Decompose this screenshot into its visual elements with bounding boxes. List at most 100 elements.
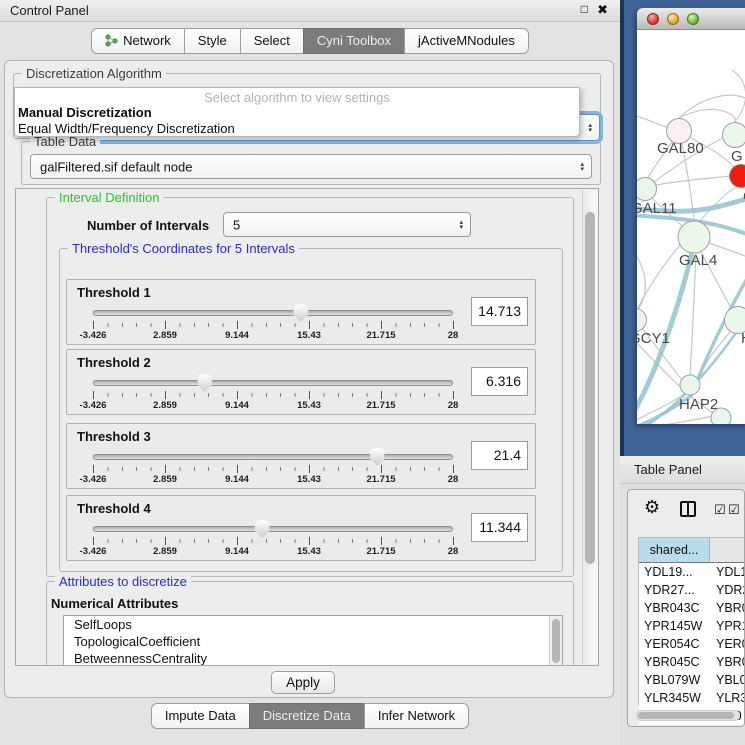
table-panel-title: Table Panel <box>634 462 702 477</box>
tab-jactivemnodules[interactable]: jActiveMNodules <box>404 28 529 54</box>
scrollbar-thumb[interactable] <box>638 712 734 719</box>
threshold-1-value-field[interactable]: 14.713 <box>471 297 528 326</box>
table-row[interactable]: YPR145WYPR1 <box>639 617 745 635</box>
cell-shared-name[interactable]: YDL19... <box>639 563 710 581</box>
control-panel: Control Panel □ ✖ Network Style Select C… <box>0 0 620 745</box>
table-row[interactable]: YBR043CYBR0 <box>639 599 745 617</box>
threshold-3-label: Threshold 3 <box>77 429 151 444</box>
table-row[interactable]: YBR045CYBR0 <box>639 653 745 671</box>
scale-tick-label: 28 <box>448 474 459 485</box>
cell-shared-name[interactable]: YLR345W <box>639 689 710 707</box>
network-canvas[interactable]: GAL80 G C GAL11 GAL4 GCY1 H HAP2 <box>637 30 745 424</box>
node-partial-g[interactable] <box>722 122 745 148</box>
cell-shared-name[interactable]: YBL079W <box>639 671 710 689</box>
cell-shared-name[interactable]: YBR045C <box>639 653 710 671</box>
node-label: GAL4 <box>679 252 717 269</box>
zoom-traffic-light-icon[interactable] <box>687 13 699 25</box>
table-data-combobox[interactable]: galFiltered.sif default node ▴▾ <box>30 154 592 179</box>
cell-name[interactable]: YER0 <box>710 635 745 653</box>
number-of-intervals-combobox[interactable]: 5 ▴▾ <box>223 212 471 237</box>
threshold-1-box: Threshold 1 -3.4262.8599.14415.4321.7152… <box>66 279 536 345</box>
threshold-2-slider[interactable] <box>93 372 453 392</box>
list-item[interactable]: BetweennessCentrality <box>64 650 562 666</box>
table-data-group: Table Data galFiltered.sif default node … <box>21 141 601 185</box>
threshold-3-value-field[interactable]: 21.4 <box>471 441 528 470</box>
interval-definition-label: Interval Definition <box>55 190 163 205</box>
threshold-4-slider[interactable] <box>93 518 453 538</box>
gear-icon[interactable]: ⚙ <box>644 497 660 518</box>
select-all-checkbox-icon[interactable]: ☑ <box>728 502 741 518</box>
slider-scale: -3.4262.8599.14415.4321.71528 <box>93 474 453 486</box>
list-item[interactable]: SelfLoops <box>64 616 562 633</box>
interval-definition-group: Interval Definition Number of Intervals … <box>46 197 574 577</box>
cell-name[interactable]: YBR0 <box>710 599 745 617</box>
threshold-4-value-field[interactable]: 11.344 <box>471 513 528 542</box>
column-header-name[interactable]: na <box>710 538 745 562</box>
slider-track[interactable] <box>93 310 453 316</box>
scrollbar-thumb[interactable] <box>585 212 595 564</box>
slider-track[interactable] <box>93 526 453 532</box>
table-row[interactable]: YBL079WYBL0 <box>639 671 745 689</box>
close-icon[interactable]: ✖ <box>597 2 608 18</box>
threshold-3-slider[interactable] <box>93 446 453 466</box>
popup-option-manual[interactable]: Manual Discretization <box>15 105 579 121</box>
cell-name[interactable]: YBL0 <box>710 671 745 689</box>
cell-shared-name[interactable]: YBR043C <box>639 599 710 617</box>
threshold-1-label: Threshold 1 <box>77 285 151 300</box>
popup-option-equal-width[interactable]: Equal Width/Frequency Discretization <box>15 121 579 137</box>
node-partial-bottom[interactable] <box>711 408 732 425</box>
column-header-shared-name[interactable]: shared... <box>639 538 710 562</box>
settings-scrollbar[interactable] <box>582 190 597 664</box>
node-hap2[interactable] <box>680 375 701 396</box>
tab-network[interactable]: Network <box>91 28 185 54</box>
float-window-icon[interactable]: □ <box>581 2 588 16</box>
minimize-traffic-light-icon[interactable] <box>667 13 679 25</box>
list-scrollbar[interactable] <box>549 616 562 666</box>
bottom-tab-bar: Impute Data Discretize Data Infer Networ… <box>0 703 620 729</box>
table-row[interactable]: YLR345WYLR3 <box>639 689 745 707</box>
cell-name[interactable]: YDL1 <box>710 563 745 581</box>
node-gal4[interactable] <box>678 221 711 254</box>
threshold-2-value-field[interactable]: 6.316 <box>471 367 528 396</box>
tab-network-label: Network <box>123 33 171 48</box>
threshold-1-slider[interactable] <box>93 302 453 322</box>
tab-discretize-data-label: Discretize Data <box>263 708 351 723</box>
cell-name[interactable]: YLR3 <box>710 689 745 707</box>
table-row[interactable]: YDL19...YDL1 <box>639 563 745 581</box>
scale-tick-label: 9.144 <box>225 546 249 557</box>
slider-thumb[interactable] <box>293 304 308 322</box>
tab-style[interactable]: Style <box>184 28 241 54</box>
columns-icon[interactable] <box>680 501 696 517</box>
cell-shared-name[interactable]: YPR145W <box>639 617 710 635</box>
apply-button[interactable]: Apply <box>271 671 335 694</box>
table-data-value: galFiltered.sif default node <box>40 159 192 174</box>
tab-discretize-data[interactable]: Discretize Data <box>249 703 365 729</box>
slider-thumb[interactable] <box>370 448 385 466</box>
list-item[interactable]: TopologicalCoefficient <box>64 633 562 650</box>
slider-thumb[interactable] <box>197 374 212 392</box>
slider-track[interactable] <box>93 380 453 386</box>
tab-select[interactable]: Select <box>240 28 304 54</box>
tab-impute-data[interactable]: Impute Data <box>151 703 250 729</box>
cell-shared-name[interactable]: YDR27... <box>639 581 710 599</box>
threshold-3-box: Threshold 3 -3.4262.8599.14415.4321.7152… <box>66 423 536 489</box>
close-traffic-light-icon[interactable] <box>647 13 659 25</box>
cell-shared-name[interactable]: YER054C <box>639 635 710 653</box>
cell-name[interactable]: YDR2 <box>710 581 745 599</box>
tab-impute-data-label: Impute Data <box>165 708 236 723</box>
slider-track[interactable] <box>93 454 453 460</box>
scale-tick-label: 9.144 <box>225 400 249 411</box>
table-horizontal-scrollbar[interactable] <box>636 710 740 721</box>
table-row[interactable]: YDR27...YDR2 <box>639 581 745 599</box>
tab-infer-network[interactable]: Infer Network <box>364 703 469 729</box>
slider-thumb[interactable] <box>255 520 270 538</box>
table-panel: ⚙ ☑ ☑ shared... na YDL19...YDL1 YDR27...… <box>627 489 745 727</box>
tab-cyni-toolbox[interactable]: Cyni Toolbox <box>303 28 405 54</box>
select-checkbox-icon[interactable]: ☑ <box>714 502 727 518</box>
cell-name[interactable]: YPR1 <box>710 617 745 635</box>
table-row[interactable]: YER054CYER0 <box>639 635 745 653</box>
scale-tick-label: 2.859 <box>153 330 177 341</box>
number-of-intervals-label: Number of Intervals <box>87 218 209 233</box>
scale-tick-label: 15.43 <box>297 474 321 485</box>
cell-name[interactable]: YBR0 <box>710 653 745 671</box>
